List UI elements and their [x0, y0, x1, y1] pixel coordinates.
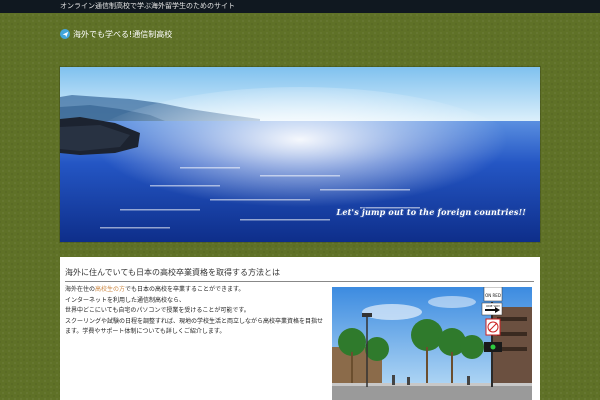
- hero-tagline: Let's jump out to the foreign countries!…: [336, 207, 526, 217]
- article-inline-link[interactable]: 高校生の方: [95, 286, 125, 293]
- one-way-sign-text: ONE WAY: [486, 304, 500, 308]
- article-body: 海外在住の高校生の方でも日本の高校を卒業することができます。 インターネットを利…: [65, 285, 327, 338]
- paper-plane-icon: [60, 29, 70, 39]
- article-line-1-prefix: 海外在住の: [65, 286, 96, 293]
- street-photo: ON RED ONE WAY: [332, 287, 532, 400]
- article-title: 海外に住んでいても日本の高校卒業資格を取得する方法とは: [65, 267, 534, 282]
- main-content: 海外に住んでいても日本の高校卒業資格を取得する方法とは 海外在住の高校生の方でも…: [60, 257, 540, 400]
- site-title-link[interactable]: 海外でも学べる!通信制高校: [60, 28, 172, 40]
- article-line-3: 世界中どこにいても自宅のパソコンで授業を受けることが可能です。: [65, 307, 250, 314]
- article-line-1-suffix: でも日本の高校を卒業することができます。: [125, 286, 245, 293]
- site-title-text: 海外でも学べる!通信制高校: [73, 29, 173, 39]
- article-line-2: インターネットを利用した通信制高校なら、: [65, 296, 186, 304]
- article-line-1: 海外在住の高校生の方でも日本の高校を卒業することができます。: [65, 285, 327, 296]
- on-red-sign-text: ON RED: [485, 293, 501, 298]
- article-line-4: スクーリングや試験の日程を調整すれば、現地の学校生活と両立しながら高校卒業資格を…: [65, 317, 324, 336]
- top-bar-text: オンライン通信制高校で学ぶ海外留学生のためのサイト: [60, 2, 235, 10]
- top-bar: オンライン通信制高校で学ぶ海外留学生のためのサイト: [0, 0, 600, 13]
- hero-banner: Let's jump out to the foreign countries!…: [60, 67, 540, 242]
